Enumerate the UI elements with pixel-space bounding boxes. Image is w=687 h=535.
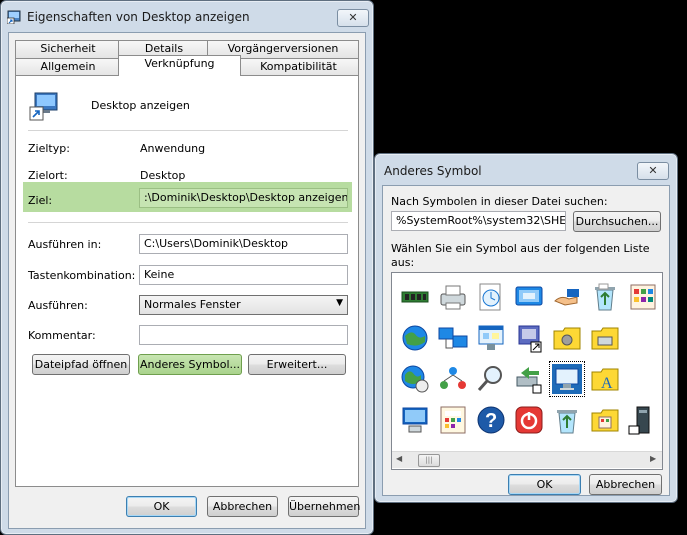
icon-list[interactable]: A? ◀ ||| ▶ [391, 272, 663, 470]
printer-icon[interactable] [437, 281, 469, 313]
network-computers-icon[interactable] [437, 322, 469, 354]
uebernehmen-button[interactable]: Übernehmen [288, 496, 360, 517]
erweitert-button[interactable]: Erweitert... [248, 354, 346, 375]
computer-tower-icon[interactable] [627, 404, 659, 436]
tastenkombination-label: Tastenkombination: [28, 269, 136, 282]
network-users-icon[interactable] [437, 363, 469, 395]
usb-arrow-icon[interactable] [513, 363, 545, 395]
kommentar-field[interactable] [139, 325, 348, 345]
recycle-bin-full-icon[interactable] [589, 281, 621, 313]
shortcut-window-icon[interactable] [513, 322, 545, 354]
help-icon[interactable]: ? [475, 404, 507, 436]
shortcut-icon [28, 90, 60, 122]
anderes-symbol-button[interactable]: Anderes Symbol... [138, 354, 242, 375]
properties-window: Eigenschaften von Desktop anzeigen ✕ Sic… [0, 0, 374, 535]
ausfuehren-in-field[interactable]: C:\Users\Dominik\Desktop [139, 234, 348, 254]
close-icon: ✕ [648, 164, 658, 177]
tab-allgemein[interactable]: Allgemein [15, 58, 121, 76]
hand-share-icon[interactable] [551, 281, 583, 313]
globe-web-icon[interactable] [399, 363, 431, 395]
change-icon-dialog: Anderes Symbol ✕ Nach Symbolen in dieser… [374, 153, 678, 503]
ziel-field[interactable]: :\Dominik\Desktop\Desktop anzeigen.scf" [139, 188, 348, 208]
svg-text:?: ? [485, 410, 497, 432]
dialog-close-button[interactable]: ✕ [637, 162, 669, 180]
dropdown-arrow-icon: ▼ [336, 298, 343, 308]
search-label: Nach Symbolen in dieser Datei suchen: [391, 195, 608, 208]
folder-printer-icon[interactable] [589, 322, 621, 354]
display-settings-icon[interactable] [513, 281, 545, 313]
abbrechen-button[interactable]: Abbrechen [207, 496, 278, 517]
separator-mid [28, 222, 348, 223]
list-label-line2: aus: [391, 256, 415, 269]
close-button[interactable]: ✕ [337, 9, 369, 27]
shortcut-app-icon [6, 10, 21, 25]
durchsuchen-button[interactable]: Durchsuchen... [573, 211, 661, 232]
scroll-right-arrow-icon[interactable]: ▶ [650, 454, 656, 463]
kommentar-label: Kommentar: [28, 329, 96, 342]
recycle-bin-empty-icon[interactable] [551, 404, 583, 436]
tab-sicherheit[interactable]: Sicherheit [15, 40, 121, 58]
change-icon-client: Nach Symbolen in dieser Datei suchen: %S… [382, 185, 670, 496]
ok-button[interactable]: OK [126, 496, 197, 517]
list-label-line1: Wählen Sie ein Symbol aus der folgenden … [391, 242, 650, 255]
tab-kompatibilitaet[interactable]: Kompatibilität [238, 58, 359, 76]
tastenkombination-field[interactable]: Keine [139, 265, 348, 285]
ausfuehren-label: Ausführen: [28, 299, 88, 312]
dialog-abbrechen-button[interactable]: Abbrechen [589, 474, 662, 495]
properties-titlebar[interactable]: Eigenschaften von Desktop anzeigen ✕ [1, 1, 373, 31]
folder-font-icon[interactable]: A [589, 363, 621, 395]
ausfuehren-in-label: Ausführen in: [28, 238, 102, 251]
scrollbar-thumb[interactable]: ||| [418, 454, 440, 467]
magnifier-icon[interactable] [475, 363, 507, 395]
folder-settings-icon[interactable] [551, 322, 583, 354]
folder-control-icon[interactable] [589, 404, 621, 436]
svg-text:A: A [601, 375, 613, 392]
zieltyp-value: Anwendung [140, 142, 206, 155]
shortcut-name: Desktop anzeigen [91, 99, 190, 112]
close-icon: ✕ [348, 11, 358, 24]
icon-file-path-field[interactable]: %SystemRoot%\system32\SHELL3 [391, 211, 566, 231]
desktop-monitor-icon[interactable] [549, 361, 585, 397]
zielort-value: Desktop [140, 169, 186, 182]
window-title: Eigenschaften von Desktop anzeigen [27, 10, 250, 24]
ausfuehren-select-value: Normales Fenster [144, 298, 241, 311]
shortcut-tab-panel: Desktop anzeigen Zieltyp: Anwendung Ziel… [15, 75, 359, 487]
dialog-title: Anderes Symbol [384, 164, 482, 178]
zielort-label: Zielort: [28, 169, 68, 182]
scroll-left-arrow-icon[interactable]: ◀ [396, 454, 402, 463]
memory-chip-icon[interactable] [399, 281, 431, 313]
dialog-ok-button[interactable]: OK [508, 474, 581, 495]
computer-icon[interactable] [399, 404, 431, 436]
globe-network-icon[interactable] [399, 322, 431, 354]
ausfuehren-select[interactable]: Normales Fenster ▼ [139, 295, 348, 315]
desktop-window-icon[interactable] [475, 322, 507, 354]
clock-document-icon[interactable] [475, 281, 507, 313]
tab-verknuepfung[interactable]: Verknüpfung [118, 55, 241, 76]
separator-top [28, 130, 348, 131]
zieltyp-label: Zieltyp: [28, 142, 70, 155]
power-icon[interactable] [513, 404, 545, 436]
horizontal-scrollbar[interactable]: ◀ ||| ▶ [392, 451, 662, 468]
control-panel-icon[interactable] [627, 281, 659, 313]
calculator-window-icon[interactable] [437, 404, 469, 436]
dateipfad-oeffnen-button[interactable]: Dateipfad öffnen [32, 354, 130, 375]
change-icon-titlebar[interactable]: Anderes Symbol ✕ [375, 154, 677, 184]
ziel-label: Ziel: [28, 194, 53, 207]
properties-client: Sicherheit Details Vorgängerversionen Al… [8, 32, 366, 529]
